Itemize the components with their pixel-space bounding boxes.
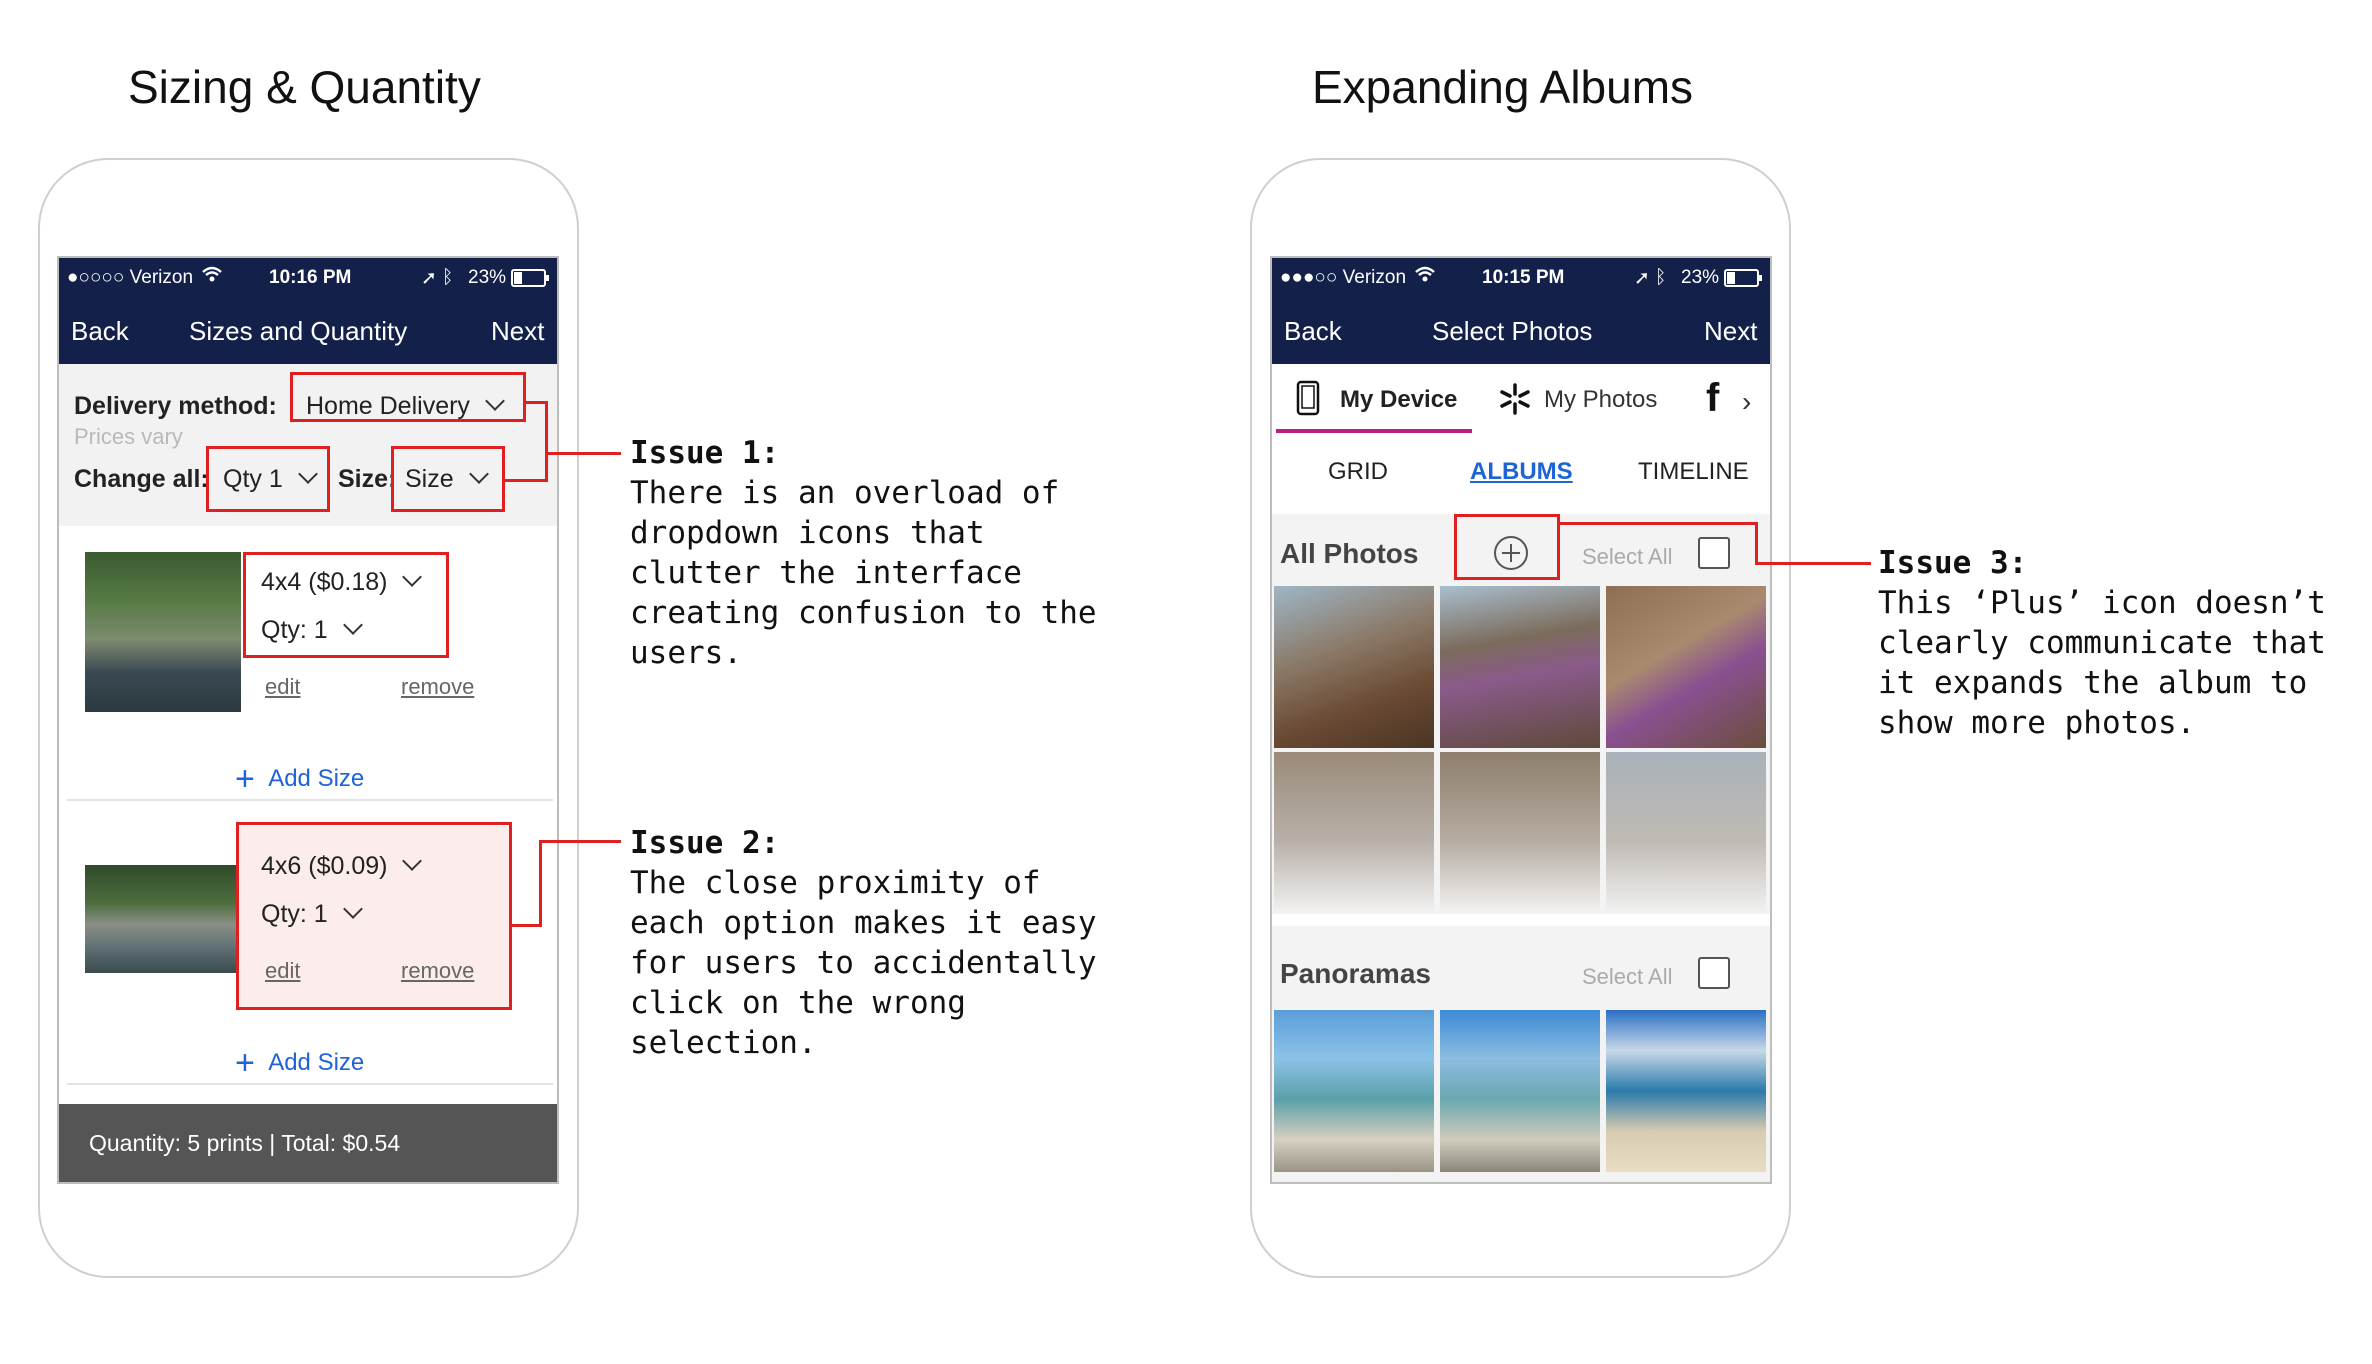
issue-body: There is an overload of dropdown icons t… bbox=[630, 475, 1097, 671]
phone-device-icon bbox=[1296, 380, 1320, 421]
wifi-icon bbox=[1414, 264, 1436, 290]
connector bbox=[505, 479, 548, 482]
highlight-delivery bbox=[290, 372, 526, 422]
carrier-text: ●○○○○ Verizon bbox=[67, 267, 194, 288]
plus-icon: + bbox=[235, 1044, 255, 1082]
select-all-checkbox[interactable] bbox=[1698, 957, 1730, 989]
connector bbox=[545, 452, 621, 455]
size-label: Size: bbox=[338, 465, 397, 493]
change-all-label: Change all: bbox=[74, 465, 209, 493]
edit-link[interactable]: edit bbox=[265, 674, 300, 700]
add-size-button[interactable]: + Add Size bbox=[235, 756, 365, 798]
connector bbox=[1755, 562, 1871, 565]
status-bar: ●○○○○ Verizon 10:16 PM ➚ ᛒ 23% bbox=[59, 258, 557, 298]
battery-icon bbox=[511, 268, 551, 294]
connector bbox=[545, 401, 548, 482]
photo-thumbnail[interactable] bbox=[1440, 1010, 1600, 1172]
battery-percent: 23% bbox=[468, 267, 507, 288]
status-time: 10:15 PM bbox=[1482, 267, 1565, 288]
chevron-right-icon[interactable]: › bbox=[1742, 386, 1751, 418]
highlight-qty bbox=[206, 446, 330, 512]
bluetooth-icon: ᛒ bbox=[1655, 267, 1667, 288]
prices-note: Prices vary bbox=[74, 424, 183, 449]
photo-thumbnail[interactable] bbox=[1606, 1010, 1766, 1172]
nav-bar: Back Select Photos Next bbox=[1272, 298, 1770, 364]
battery-icon bbox=[1724, 268, 1764, 294]
bluetooth-icon: ᛒ bbox=[442, 267, 454, 288]
active-tab-indicator bbox=[1276, 429, 1472, 433]
walmart-spark-icon bbox=[1498, 382, 1532, 421]
photo-thumbnail[interactable] bbox=[1606, 586, 1766, 748]
remove-link[interactable]: remove bbox=[401, 674, 474, 700]
select-all-label: Select All bbox=[1582, 964, 1673, 989]
photo-thumbnail[interactable] bbox=[1274, 586, 1434, 748]
heading-right: Expanding Albums bbox=[1312, 61, 1694, 113]
summary-footer: Quantity: 5 prints | Total: $0.54 bbox=[59, 1104, 557, 1182]
tab-my-photos[interactable]: My Photos bbox=[1544, 386, 1657, 414]
carrier-text: ●●●○○ Verizon bbox=[1280, 267, 1407, 288]
album-name: All Photos bbox=[1280, 538, 1419, 569]
page-title: Select Photos bbox=[1432, 316, 1593, 346]
tab-my-device[interactable]: My Device bbox=[1340, 386, 1457, 414]
facebook-icon[interactable]: f bbox=[1706, 376, 1719, 421]
photo-thumbnail[interactable] bbox=[1440, 586, 1600, 748]
status-bar: ●●●○○ Verizon 10:15 PM ➚ ᛒ 23% bbox=[1272, 258, 1770, 298]
issue-title: Issue 2: bbox=[630, 825, 780, 861]
heading-left: Sizing & Quantity bbox=[128, 61, 481, 113]
highlight-item1 bbox=[243, 552, 449, 658]
tab-timeline[interactable]: TIMELINE bbox=[1638, 458, 1749, 486]
connector bbox=[1755, 522, 1758, 565]
add-size-button[interactable]: + Add Size bbox=[235, 1040, 365, 1082]
back-button[interactable]: Back bbox=[1284, 316, 1342, 347]
next-button[interactable]: Next bbox=[1704, 316, 1757, 347]
add-size-label: Add Size bbox=[268, 765, 365, 792]
photo-thumbnail[interactable] bbox=[1274, 1010, 1434, 1172]
tab-albums[interactable]: ALBUMS bbox=[1470, 458, 1573, 486]
next-button[interactable]: Next bbox=[491, 316, 544, 347]
photo-thumbnail[interactable] bbox=[1440, 752, 1600, 914]
connector bbox=[512, 924, 542, 927]
nav-bar: Back Sizes and Quantity Next bbox=[59, 298, 557, 364]
issue-note: Issue 1: There is an overload of dropdow… bbox=[630, 433, 1097, 673]
photo-thumbnail[interactable] bbox=[1606, 752, 1766, 914]
highlight-item2 bbox=[236, 822, 512, 1010]
divider bbox=[67, 1083, 553, 1085]
tab-grid[interactable]: GRID bbox=[1328, 458, 1388, 486]
album-name: Panoramas bbox=[1280, 958, 1431, 989]
issue-body: The close proximity of each option makes… bbox=[630, 865, 1097, 1061]
wifi-icon bbox=[201, 264, 223, 290]
location-icon: ➚ bbox=[1634, 268, 1650, 289]
issue-title: Issue 1: bbox=[630, 435, 780, 471]
select-all-label: Select All bbox=[1582, 544, 1673, 569]
screen-select-photos: ●●●○○ Verizon 10:15 PM ➚ ᛒ 23% Back Sele… bbox=[1270, 256, 1772, 1184]
issue-note: Issue 2: The close proximity of each opt… bbox=[630, 823, 1097, 1063]
status-time: 10:16 PM bbox=[269, 267, 352, 288]
battery-percent: 23% bbox=[1681, 267, 1720, 288]
photo-thumbnail bbox=[85, 552, 241, 712]
select-all-checkbox[interactable] bbox=[1698, 537, 1730, 569]
delivery-label: Delivery method: bbox=[74, 392, 277, 420]
divider bbox=[67, 799, 553, 801]
connector bbox=[1560, 522, 1758, 525]
issue-title: Issue 3: bbox=[1878, 545, 2028, 581]
back-button[interactable]: Back bbox=[71, 316, 129, 347]
plus-icon: + bbox=[235, 760, 255, 798]
source-tabs: My Device My Photos f › bbox=[1272, 364, 1770, 434]
issue-body: This ‘Plus’ icon doesn’t clearly communi… bbox=[1878, 585, 2326, 741]
issue-note: Issue 3: This ‘Plus’ icon doesn’t clearl… bbox=[1878, 543, 2326, 743]
photo-thumbnail[interactable] bbox=[1274, 752, 1434, 914]
photo-thumbnail bbox=[85, 865, 241, 973]
highlight-size bbox=[391, 446, 505, 512]
connector bbox=[539, 840, 542, 927]
connector bbox=[539, 840, 621, 843]
highlight-plus-icon bbox=[1454, 514, 1560, 580]
summary-text: Quantity: 5 prints | Total: $0.54 bbox=[89, 1130, 401, 1156]
page-title: Sizes and Quantity bbox=[189, 316, 408, 346]
add-size-label: Add Size bbox=[268, 1049, 365, 1076]
location-icon: ➚ bbox=[421, 268, 437, 289]
